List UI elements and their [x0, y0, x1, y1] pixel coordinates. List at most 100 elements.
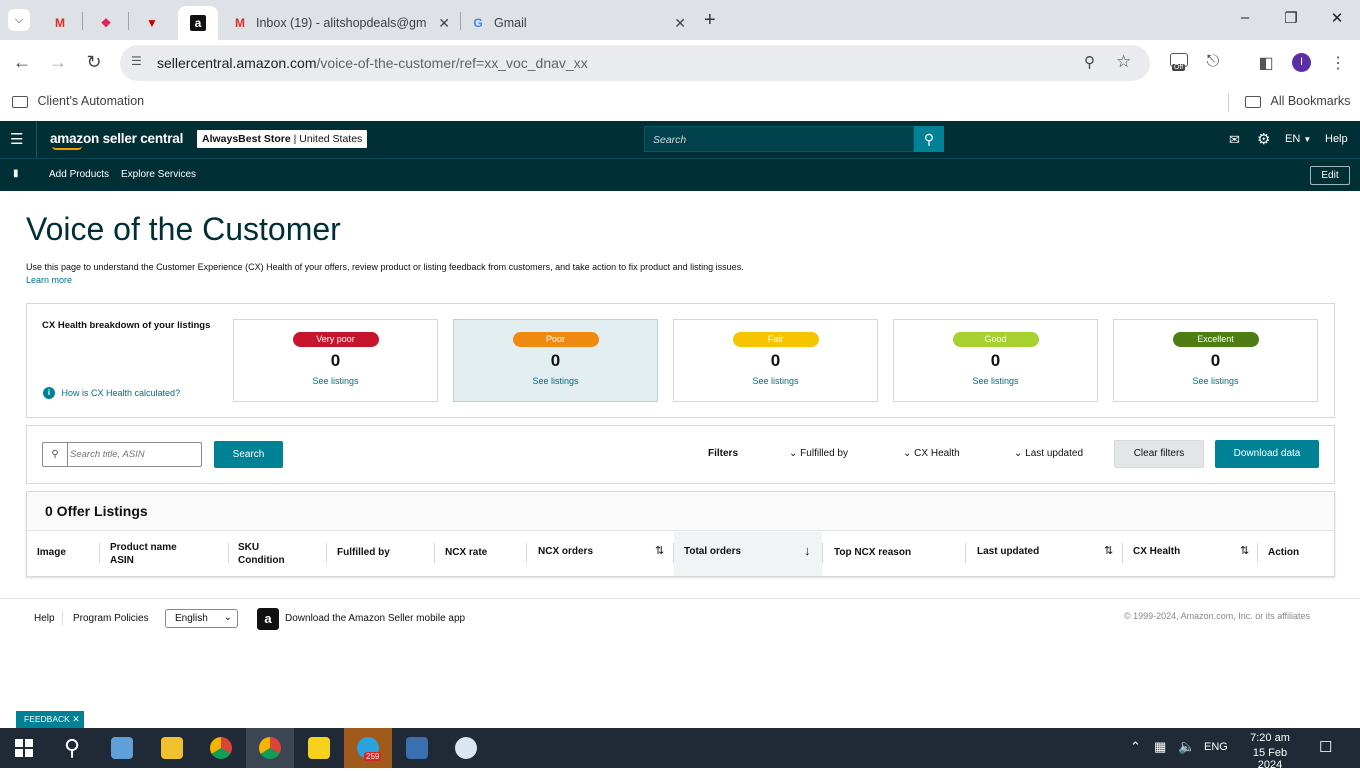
cx-card-poor[interactable]: Poor 0 See listings — [453, 319, 658, 402]
seller-central-logo[interactable]: amazon seller central — [50, 131, 183, 146]
close-icon[interactable]: ✕ — [72, 714, 80, 724]
feedback-tab[interactable]: FEEDBACK ✕ — [16, 711, 84, 728]
side-panel-icon[interactable]: ◧ — [1255, 53, 1277, 73]
cx-card-very-poor[interactable]: Very poor 0 See listings — [233, 319, 438, 402]
see-listings-link[interactable]: See listings — [454, 376, 657, 386]
tab-gmail[interactable]: G Gmail ✕ — [462, 6, 696, 40]
back-icon[interactable]: ← — [10, 52, 34, 73]
profile-avatar[interactable]: I — [1292, 53, 1311, 72]
extension-icon[interactable]: Off — [1168, 53, 1190, 72]
google-icon: G — [473, 16, 483, 30]
hamburger-menu-icon[interactable]: ☰ — [10, 130, 23, 148]
close-window-icon[interactable]: ✕ — [1322, 9, 1352, 27]
site-info-icon[interactable]: ☰ — [131, 54, 142, 68]
search-button[interactable]: Search — [214, 441, 283, 468]
chrome-icon[interactable] — [197, 728, 245, 768]
bookmark-star-icon[interactable]: ☆ — [1116, 52, 1131, 72]
help-link[interactable]: Help — [1325, 133, 1348, 145]
download-data-button[interactable]: Download data — [1215, 440, 1319, 468]
bookmark-folder-client-automation[interactable]: Client's Automation — [12, 94, 144, 108]
seller-central-header: ☰ amazon seller central AlwaysBest Store… — [0, 121, 1360, 158]
chrome-profile-icon[interactable] — [246, 728, 294, 768]
extensions-puzzle-icon[interactable]: ⎋ — [1202, 53, 1224, 71]
file-explorer-icon[interactable] — [148, 728, 196, 768]
edit-nav-button[interactable]: Edit — [1310, 166, 1350, 185]
clock[interactable]: 7:20 am 15 Feb 2024 — [1240, 732, 1300, 771]
sort-icon[interactable]: ⇅ — [1104, 544, 1113, 557]
store-switcher[interactable]: AlwaysBest Store | United States — [197, 130, 368, 148]
all-bookmarks[interactable]: All Bookmarks — [1245, 94, 1350, 108]
amazon-app-icon[interactable]: a — [257, 608, 279, 630]
see-listings-link[interactable]: See listings — [674, 376, 877, 386]
footer-help-link[interactable]: Help — [34, 613, 55, 624]
clear-filters-button[interactable]: Clear filters — [1114, 440, 1204, 468]
folder-icon — [12, 95, 28, 108]
telegram-icon[interactable]: 259 — [344, 728, 392, 768]
tab-gmail-inbox[interactable]: M Inbox (19) - alitshopdeals@gma ✕ — [224, 6, 460, 40]
input-language[interactable]: ENG — [1204, 741, 1228, 753]
browser-tab-strip: ⌵ M ❖ ▼ a M Inbox (19) - alitshopdeals@g… — [0, 0, 1360, 40]
amazon-icon: a — [190, 15, 206, 31]
minimize-icon[interactable]: – — [1230, 9, 1260, 26]
settings-gear-icon[interactable]: ⚙ — [1257, 130, 1270, 148]
bookmark-icon[interactable]: ▮ — [13, 168, 19, 179]
tab-slack-pinned[interactable]: ❖ — [88, 6, 124, 40]
cx-card-excellent[interactable]: Excellent 0 See listings — [1113, 319, 1318, 402]
download-mobile-app-link[interactable]: Download the Amazon Seller mobile app — [285, 613, 465, 624]
column-ncx-orders[interactable]: NCX orders — [538, 545, 593, 558]
menu-kebab-icon[interactable]: ⋮ — [1327, 53, 1349, 73]
column-cx-health[interactable]: CX Health — [1133, 545, 1180, 558]
search-icon[interactable]: ⚲ — [48, 728, 96, 768]
url-text[interactable]: sellercentral.amazon.com/voice-of-the-cu… — [157, 55, 588, 71]
reload-icon[interactable]: ↻ — [82, 52, 106, 73]
desktop-app-icon[interactable] — [98, 728, 146, 768]
sort-icon[interactable]: ⇅ — [1240, 544, 1249, 557]
address-bar[interactable]: ☰ sellercentral.amazon.com/voice-of-the-… — [120, 45, 1150, 81]
cx-card-good[interactable]: Good 0 See listings — [893, 319, 1098, 402]
tab-search-button[interactable]: ⌵ — [8, 9, 30, 31]
header-search-input[interactable]: Search — [644, 126, 914, 152]
mail-icon[interactable]: ✉ — [1229, 132, 1240, 148]
filter-fulfilled-by[interactable]: ⌄ Fulfilled by — [789, 448, 848, 459]
see-listings-link[interactable]: See listings — [894, 376, 1097, 386]
listing-search-input[interactable] — [70, 446, 198, 463]
filter-cx-health[interactable]: ⌄ CX Health — [903, 448, 960, 459]
how-cx-calculated-link[interactable]: i How is CX Health calculated? — [43, 387, 180, 399]
footer-language-select[interactable]: English ⌄ — [165, 609, 238, 628]
tab-amazon-active[interactable]: a — [178, 6, 218, 40]
network-icon[interactable]: ▦ — [1154, 739, 1166, 755]
tab-gmail-pinned[interactable]: M — [44, 6, 76, 40]
zoom-icon[interactable]: ⚲ — [1084, 53, 1095, 71]
cx-card-fair[interactable]: Fair 0 See listings — [673, 319, 878, 402]
filter-last-updated[interactable]: ⌄ Last updated — [1014, 448, 1083, 459]
listing-search-box[interactable]: ⚲ — [42, 442, 202, 467]
extension-badge: Off — [1172, 64, 1186, 71]
see-listings-link[interactable]: See listings — [234, 376, 437, 386]
volume-icon[interactable]: 🔈 — [1178, 738, 1195, 755]
sort-descending-icon[interactable]: ↓ — [804, 543, 811, 558]
restore-icon[interactable]: ❐ — [1276, 9, 1306, 27]
nav-add-products[interactable]: Add Products — [49, 169, 109, 180]
sort-icon[interactable]: ⇅ — [655, 544, 664, 557]
calculator-icon[interactable] — [393, 728, 441, 768]
sticky-notes-icon[interactable] — [295, 728, 343, 768]
close-tab-icon[interactable]: ✕ — [674, 15, 686, 32]
column-total-orders[interactable]: Total orders — [684, 545, 741, 558]
footer-program-policies-link[interactable]: Program Policies — [73, 613, 149, 624]
chevron-down-icon: ▼ — [1303, 135, 1312, 144]
tab-vpn-pinned[interactable]: ▼ — [134, 6, 170, 40]
close-tab-icon[interactable]: ✕ — [438, 15, 450, 32]
search-icon[interactable]: ⚲ — [914, 126, 944, 152]
url-path: /voice-of-the-customer/ref=xx_voc_dnav_x… — [316, 55, 588, 71]
nav-explore-services[interactable]: Explore Services — [121, 169, 196, 180]
notifications-icon[interactable]: ☐ — [1319, 738, 1332, 756]
chevron-up-icon[interactable]: ⌃ — [1130, 739, 1141, 755]
column-last-updated[interactable]: Last updated — [977, 545, 1039, 558]
new-tab-button[interactable]: + — [704, 9, 716, 32]
see-listings-link[interactable]: See listings — [1114, 376, 1317, 386]
forward-icon[interactable]: → — [46, 52, 70, 73]
language-selector[interactable]: EN ▼ — [1285, 133, 1311, 145]
paint-app-icon[interactable] — [442, 728, 490, 768]
start-windows-icon[interactable] — [0, 728, 48, 768]
learn-more-link[interactable]: Learn more — [26, 275, 744, 285]
